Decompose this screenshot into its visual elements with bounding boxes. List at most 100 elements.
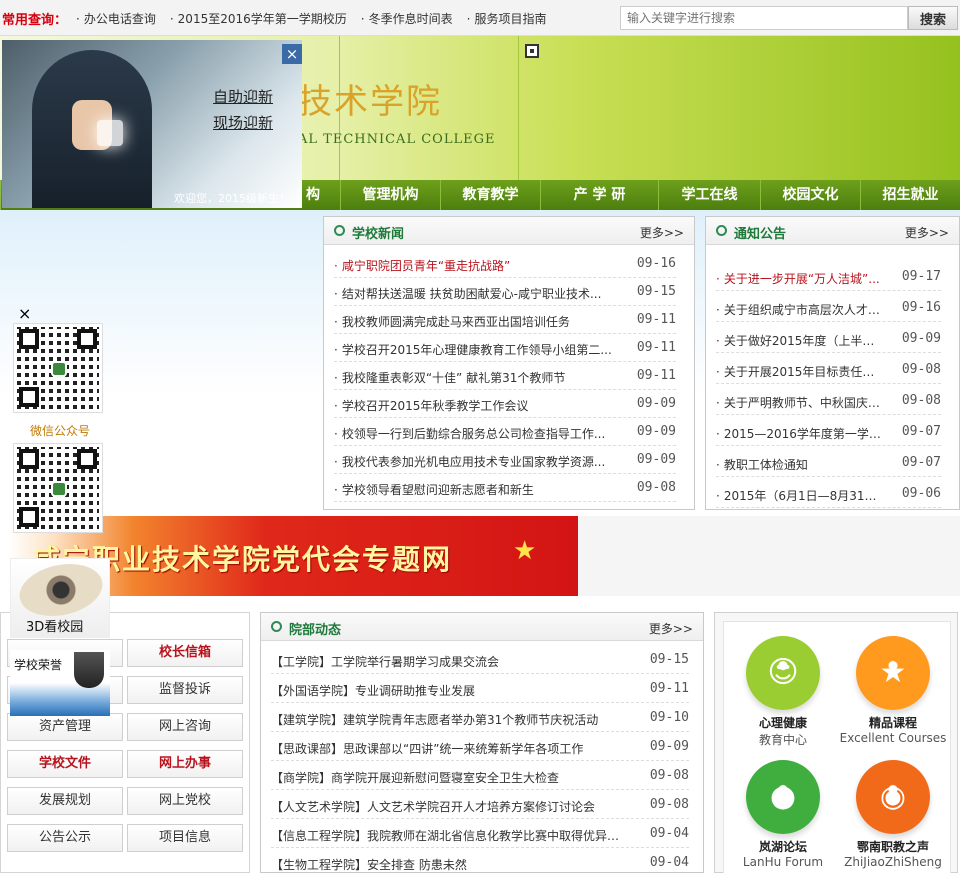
list-item-title[interactable]: 教职工体检通知 bbox=[716, 456, 881, 473]
list-item[interactable]: 教职工体检通知 09-07 bbox=[716, 449, 941, 477]
list-item-title[interactable]: 【工学院】工学院举行暑期学习成果交流会 bbox=[271, 653, 629, 670]
nav-item-teaching[interactable]: 教育教学 bbox=[440, 180, 540, 210]
service-link[interactable]: ★ 精品课程 Excellent Courses bbox=[838, 636, 948, 745]
nav-item-campus-culture[interactable]: 校园文化 bbox=[760, 180, 860, 210]
list-item-title[interactable]: 我校隆重表彰双“十佳” 献礼第31个教师节 bbox=[334, 369, 616, 386]
list-item[interactable]: 结对帮扶送温暖 扶贫助困献爱心-咸宁职业技术... 09-15 bbox=[334, 278, 676, 306]
service-subtitle: Excellent Courses bbox=[839, 731, 947, 745]
list-item-date: 09-11 bbox=[649, 681, 689, 696]
list-item-date: 09-15 bbox=[649, 652, 689, 667]
list-item[interactable]: 我校教师圆满完成赴马来西亚出国培训任务 09-11 bbox=[334, 306, 676, 334]
list-item-date: 09-08 bbox=[901, 362, 941, 377]
more-link[interactable]: 更多>> bbox=[640, 224, 684, 241]
list-item-title[interactable]: 【生物工程学院】安全排查 防患未然 bbox=[271, 856, 629, 873]
list-item-title[interactable]: 关于做好2015年度（上半年）... bbox=[716, 332, 881, 349]
list-item-title[interactable]: 校领导一行到后勤综合服务总公司检查指导工作... bbox=[334, 425, 616, 442]
service-button[interactable]: 网上党校 bbox=[127, 787, 243, 815]
service-button[interactable]: 学校文件 bbox=[7, 750, 123, 778]
list-item[interactable]: 关于进一步开展“万人洁城”... 09-17 bbox=[716, 263, 941, 291]
qr-code bbox=[14, 444, 102, 532]
nav-item-student-affairs[interactable]: 学工在线 bbox=[658, 180, 760, 210]
quick-link-phone[interactable]: 办公电话查询 bbox=[76, 10, 156, 27]
service-name: 鄂南职教之声 bbox=[856, 840, 929, 854]
service-button[interactable]: 监督投诉 bbox=[127, 676, 243, 704]
list-item-title[interactable]: 关于开展2015年目标责任制管... bbox=[716, 363, 881, 380]
list-item[interactable]: 我校代表参加光机电应用技术专业国家教学资源... 09-09 bbox=[334, 446, 676, 474]
list-item[interactable]: 学校召开2015年心理健康教育工作领导小组第二... 09-11 bbox=[334, 334, 676, 362]
list-item-title[interactable]: 关于组织咸宁市高层次人才科... bbox=[716, 301, 881, 318]
list-item-title[interactable]: 结对帮扶送温暖 扶贫助困献爱心-咸宁职业技术... bbox=[334, 285, 616, 302]
list-item-title[interactable]: 2015—2016学年度第一学期第... bbox=[716, 425, 881, 442]
list-item[interactable]: 关于严明教师节、中秋国庆期... 09-08 bbox=[716, 387, 941, 415]
search-input[interactable] bbox=[620, 6, 908, 30]
list-item[interactable]: 学校召开2015年秋季教学工作会议 09-09 bbox=[334, 390, 676, 418]
nav-item-management[interactable]: 管理机构 bbox=[340, 180, 440, 210]
close-icon[interactable]: × bbox=[282, 44, 302, 64]
list-item-title[interactable]: 【商学院】商学院开展迎新慰问暨寝室安全卫生大检查 bbox=[271, 769, 629, 786]
list-item-date: 09-10 bbox=[649, 710, 689, 725]
service-button[interactable]: 资产管理 bbox=[7, 713, 123, 741]
list-item-title[interactable]: 【信息工程学院】我院教师在湖北省信息化教学比赛中取得优异成... bbox=[271, 827, 629, 844]
quick-link-winter-schedule[interactable]: 冬季作息时间表 bbox=[361, 10, 453, 27]
list-item[interactable]: 2015年（6月1日—8月31日）水... 09-06 bbox=[716, 480, 941, 508]
nav-item-research[interactable]: 产 学 研 bbox=[540, 180, 658, 210]
service-button[interactable]: 公告公示 bbox=[7, 824, 123, 852]
onsite-enrollment-link[interactable]: 现场迎新 bbox=[213, 112, 273, 133]
list-item-title[interactable]: 关于进一步开展“万人洁城”... bbox=[716, 270, 881, 287]
close-icon[interactable]: × bbox=[18, 304, 31, 323]
list-item-title[interactable]: 【思政课部】思政课部以“四讲”统一来统筹新学年各项工作 bbox=[271, 740, 629, 757]
list-item[interactable]: 我校隆重表彰双“十佳” 献礼第31个教师节 09-11 bbox=[334, 362, 676, 390]
list-item-title[interactable]: 【外国语学院】专业调研助推专业发展 bbox=[271, 682, 629, 699]
list-item[interactable]: 【建筑学院】建筑学院青年志愿者举办第31个教师节庆祝活动 09-10 bbox=[271, 704, 689, 732]
list-item[interactable]: 学校领导看望慰问迎新志愿者和新生 09-08 bbox=[334, 474, 676, 502]
arrow-circle-icon bbox=[271, 621, 282, 632]
service-button[interactable]: 校长信箱 bbox=[127, 639, 243, 667]
nav-item-admissions[interactable]: 招生就业 bbox=[860, 180, 960, 210]
list-item-title[interactable]: 我校代表参加光机电应用技术专业国家教学资源... bbox=[334, 453, 616, 470]
list-item-title[interactable]: 2015年（6月1日—8月31日）水... bbox=[716, 487, 881, 504]
quick-link-service-guide[interactable]: 服务项目指南 bbox=[467, 10, 546, 27]
person-icon: ● bbox=[746, 760, 820, 834]
service-button[interactable]: 项目信息 bbox=[127, 824, 243, 852]
service-link[interactable]: ● 岚湖论坛 LanHu Forum bbox=[728, 760, 838, 869]
list-item-title[interactable]: 学校领导看望慰问迎新志愿者和新生 bbox=[334, 481, 616, 498]
list-item[interactable]: 【信息工程学院】我院教师在湖北省信息化教学比赛中取得优异成... 09-04 bbox=[271, 820, 689, 848]
more-link[interactable]: 更多>> bbox=[649, 620, 693, 637]
list-item[interactable]: 关于做好2015年度（上半年）... 09-09 bbox=[716, 325, 941, 353]
list-item-title[interactable]: 学校召开2015年秋季教学工作会议 bbox=[334, 397, 616, 414]
list-item-title[interactable]: 【建筑学院】建筑学院青年志愿者举办第31个教师节庆祝活动 bbox=[271, 711, 629, 728]
welcome-caption: 欢迎您，2015级新生！ bbox=[174, 192, 290, 205]
more-link[interactable]: 更多>> bbox=[905, 224, 949, 241]
list-item[interactable]: 2015—2016学年度第一学期第... 09-07 bbox=[716, 418, 941, 446]
service-link[interactable]: ☺ 心理健康 教育中心 bbox=[728, 636, 838, 748]
list-item[interactable]: 【外国语学院】专业调研助推专业发展 09-11 bbox=[271, 675, 689, 703]
list-item-title[interactable]: 关于严明教师节、中秋国庆期... bbox=[716, 394, 881, 411]
list-item[interactable]: 【人文艺术学院】人文艺术学院召开人才培养方案修订讨论会 09-08 bbox=[271, 791, 689, 819]
list-item[interactable]: 【生物工程学院】安全排查 防患未然 09-04 bbox=[271, 849, 689, 873]
heart-leaf-icon: ☺ bbox=[746, 636, 820, 710]
service-subtitle: 教育中心 bbox=[758, 733, 807, 747]
service-button[interactable]: 网上办事 bbox=[127, 750, 243, 778]
services-panel: ☺ 心理健康 教育中心 ★ 精品课程 Excellent Courses ● 岚湖论坛 LanH… bbox=[714, 612, 958, 873]
list-item[interactable]: 【思政课部】思政课部以“四讲”统一来统筹新学年各项工作 09-09 bbox=[271, 733, 689, 761]
list-item-title[interactable]: 【人文艺术学院】人文艺术学院召开人才培养方案修订讨论会 bbox=[271, 798, 629, 815]
list-item[interactable]: 【工学院】工学院举行暑期学习成果交流会 09-15 bbox=[271, 646, 689, 674]
list-item-title[interactable]: 我校教师圆满完成赴马来西亚出国培训任务 bbox=[334, 313, 616, 330]
search-button[interactable]: 搜索 bbox=[908, 6, 958, 30]
list-item-date: 09-09 bbox=[901, 331, 941, 346]
service-button[interactable]: 发展规划 bbox=[7, 787, 123, 815]
quick-links-bar: 常用查询： 办公电话查询 2015至2016学年第一学期校历 冬季作息时间表 服… bbox=[0, 0, 960, 36]
list-item[interactable]: 关于组织咸宁市高层次人才科... 09-16 bbox=[716, 294, 941, 322]
list-item-date: 09-08 bbox=[636, 480, 676, 495]
list-item[interactable]: 咸宁职院团员青年“重走抗战路” 09-16 bbox=[334, 250, 676, 278]
self-service-enrollment-link[interactable]: 自助迎新 bbox=[213, 86, 273, 107]
list-item-title[interactable]: 咸宁职院团员青年“重走抗战路” bbox=[334, 257, 616, 274]
list-item-title[interactable]: 学校召开2015年心理健康教育工作领导小组第二... bbox=[334, 341, 616, 358]
list-item[interactable]: 【商学院】商学院开展迎新慰问暨寝室安全卫生大检查 09-08 bbox=[271, 762, 689, 790]
list-item[interactable]: 关于开展2015年目标责任制管... 09-08 bbox=[716, 356, 941, 384]
quick-link-calendar[interactable]: 2015至2016学年第一学期校历 bbox=[170, 10, 347, 27]
list-item[interactable]: 校领导一行到后勤综合服务总公司检查指导工作... 09-09 bbox=[334, 418, 676, 446]
service-link[interactable]: ◉ 鄂南职教之声 ZhiJiaoZhiSheng bbox=[838, 760, 948, 869]
service-button[interactable]: 网上咨询 bbox=[127, 713, 243, 741]
square-icon[interactable] bbox=[525, 44, 539, 58]
